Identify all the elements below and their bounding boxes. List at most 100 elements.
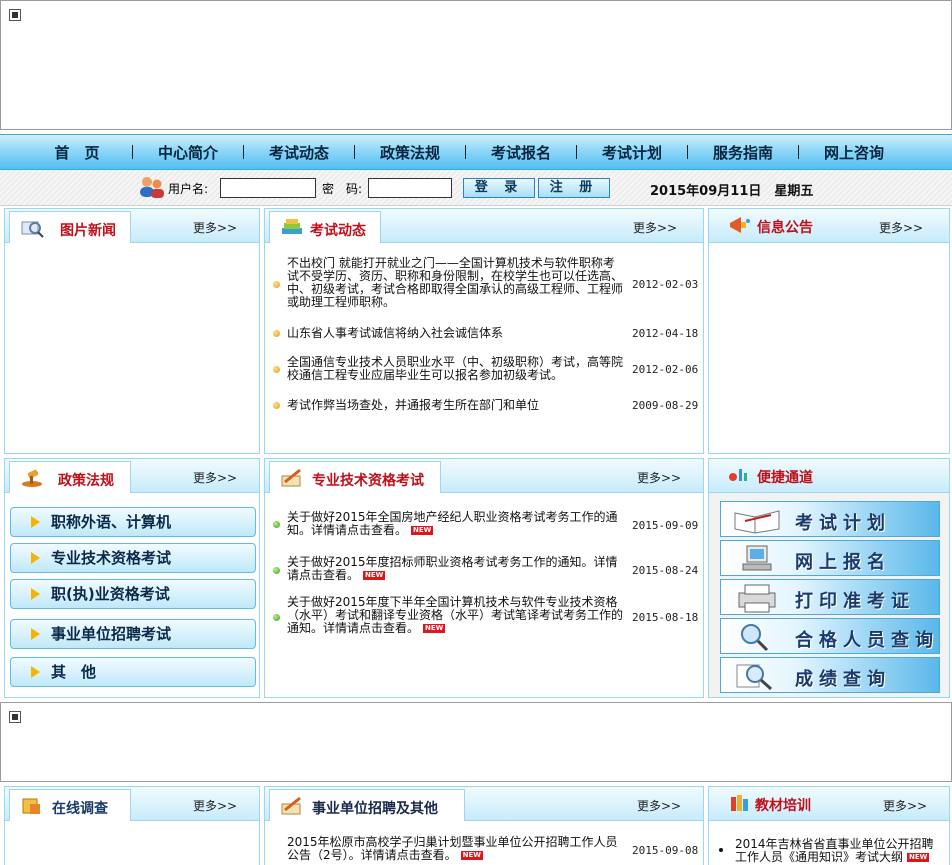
panel-tab: 在线调查 — [9, 789, 131, 821]
news-text: 2015年松原市高校学子归巢计划暨事业单位公开招聘工作人员公告（2号）。详情请点… — [287, 835, 618, 862]
nav-home[interactable]: 首 页 — [22, 142, 132, 163]
quick-label: 合格人员查询 — [795, 630, 939, 651]
top-banner — [0, 0, 952, 130]
quick-exam-plan[interactable]: 考试计划 — [720, 501, 940, 537]
survey-icon — [22, 798, 40, 814]
quick-label: 考试计划 — [795, 513, 891, 534]
category-public-institution-recruitment[interactable]: 事业单位招聘考试 — [10, 619, 256, 649]
quick-online-registration[interactable]: 网上报名 — [720, 540, 940, 576]
category-other[interactable]: 其 他 — [10, 657, 256, 687]
panel-title: 事业单位招聘及其他 — [312, 801, 438, 817]
bullet-icon — [273, 614, 280, 621]
news-text: 2014年吉林省省直事业单位公开招聘工作人员《通用知识》考试大纲 — [735, 837, 934, 864]
bullet-icon — [273, 402, 280, 409]
nav-exam-news[interactable]: 考试动态 — [244, 142, 354, 163]
qualification-panel: 专业技术资格考试 更多>> 关于做好2015年全国房地产经纪人职业资格考试考务工… — [264, 458, 704, 698]
broken-image-icon — [9, 711, 21, 723]
panel-tab: 专业技术资格考试 — [269, 461, 441, 493]
panel-title: 信息公告 — [757, 220, 813, 236]
megaphone-icon — [730, 217, 750, 233]
news-title[interactable]: 关于做好2015年全国房地产经纪人职业资格考试考务工作的通知。详情请点击查看。 N… — [287, 511, 625, 537]
news-date: 2009-08-29 — [632, 399, 699, 412]
news-title[interactable]: 2015年松原市高校学子归巢计划暨事业单位公开招聘工作人员公告（2号）。详情请点… — [287, 836, 629, 862]
category-label: 其 他 — [51, 663, 97, 681]
category-professional-qualification[interactable]: 专业技术资格考试 — [10, 543, 256, 573]
pencil-book-icon — [281, 468, 301, 487]
category-label: 专业技术资格考试 — [51, 549, 172, 567]
books-icon — [282, 219, 302, 234]
username-input[interactable] — [220, 178, 316, 198]
news-date: 2015-09-09 — [632, 519, 699, 532]
book-icon — [734, 510, 780, 534]
category-label: 职称外语、计算机 — [51, 513, 172, 531]
password-input[interactable] — [368, 178, 452, 198]
bullet-icon — [719, 848, 723, 852]
nav-policy[interactable]: 政策法规 — [355, 142, 465, 163]
quick-label: 网上报名 — [795, 552, 891, 573]
bullet-icon — [273, 567, 280, 574]
quick-score-query[interactable]: 成绩查询 — [720, 657, 940, 693]
panel-header: 信息公告 更多>> — [709, 209, 949, 243]
panel-header: 在线调查 更多>> — [5, 787, 259, 821]
news-date: 2015-09-08 — [632, 844, 699, 857]
nav-service-guide[interactable]: 服务指南 — [688, 142, 798, 163]
panel-title: 在线调查 — [52, 801, 108, 817]
quick-qualified-query[interactable]: 合格人员查询 — [720, 618, 940, 654]
bullet-icon — [273, 366, 280, 373]
users-icon — [140, 177, 164, 198]
current-date: 2015年09月11日 星期五 — [650, 184, 814, 199]
news-title[interactable]: 关于做好2015年度下半年全国计算机技术与软件专业技术资格（水平）考试和翻译专业… — [287, 596, 625, 635]
news-date: 2015-08-24 — [632, 564, 699, 577]
main-nav: 首 页 中心简介 考试动态 政策法规 考试报名 考试计划 服务指南 网上咨询 — [0, 134, 952, 170]
quick-print-admission[interactable]: 打印准考证 — [720, 579, 940, 615]
panel-tab: 政策法规 — [9, 461, 131, 493]
nav-registration[interactable]: 考试报名 — [466, 142, 576, 163]
more-link[interactable]: 更多>> — [637, 797, 681, 814]
news-title[interactable]: 山东省人事考试诚信将纳入社会诚信体系 — [287, 327, 625, 340]
new-badge: NEW — [907, 853, 930, 862]
pencil-book-icon — [281, 796, 301, 815]
more-link[interactable]: 更多>> — [193, 219, 237, 236]
panel-tab: 事业单位招聘及其他 — [269, 789, 465, 821]
more-link[interactable]: 更多>> — [879, 219, 923, 236]
register-button[interactable]: 注 册 — [538, 178, 610, 198]
middle-banner — [0, 702, 952, 782]
news-title[interactable]: 全国通信专业技术人员职业水平（中、初级职称）考试，高等院校通信工程专业应届毕业生… — [287, 356, 625, 382]
panel-title: 政策法规 — [58, 473, 114, 489]
recruit-panel: 事业单位招聘及其他 更多>> 2015年松原市高校学子归巢计划暨事业单位公开招聘… — [264, 786, 704, 865]
bullet-icon — [273, 330, 280, 337]
news-title[interactable]: 2014年吉林省省直事业单位公开招聘工作人员《通用知识》考试大纲 NEW — [735, 838, 935, 864]
printer-icon — [738, 584, 776, 613]
news-title[interactable]: 关于做好2015年度招标师职业资格考试考务工作的通知。详情请点击查看。 NEW — [287, 556, 625, 582]
panel-title: 专业技术资格考试 — [312, 473, 424, 489]
more-link[interactable]: 更多>> — [193, 797, 237, 814]
category-vocational-qualification[interactable]: 职(执)业资格考试 — [10, 579, 256, 609]
panel-title: 便捷通道 — [757, 470, 813, 486]
broken-image-icon — [9, 9, 21, 21]
news-title[interactable]: 不出校门 就能打开就业之门——全国计算机技术与软件职称考试不受学历、资历、职称和… — [287, 257, 625, 309]
login-button[interactable]: 登 录 — [463, 178, 535, 198]
more-link[interactable]: 更多>> — [883, 797, 927, 814]
panel-title: 教材培训 — [755, 798, 811, 814]
news-date: 2012-02-06 — [632, 363, 699, 376]
panel-header: 专业技术资格考试 更多>> — [265, 459, 703, 493]
panel-header: 便捷通道 — [709, 459, 949, 493]
panel-tab: 图片新闻 — [9, 211, 131, 243]
more-link[interactable]: 更多>> — [193, 469, 237, 486]
nav-consult[interactable]: 网上咨询 — [799, 142, 909, 163]
more-link[interactable]: 更多>> — [633, 219, 677, 236]
exam-news-panel: 考试动态 更多>> 不出校门 就能打开就业之门——全国计算机技术与软件职称考试不… — [264, 208, 704, 454]
panel-header: 考试动态 更多>> — [265, 209, 703, 243]
books-stack-icon — [731, 795, 748, 811]
bullet-icon — [273, 521, 280, 528]
new-badge: NEW — [411, 526, 434, 535]
nav-about[interactable]: 中心简介 — [133, 142, 243, 163]
more-link[interactable]: 更多>> — [637, 469, 681, 486]
category-foreign-language-computer[interactable]: 职称外语、计算机 — [10, 507, 256, 537]
survey-panel: 在线调查 更多>> — [4, 786, 260, 865]
news-text: 关于做好2015年全国房地产经纪人职业资格考试考务工作的通知。详情请点击查看。 — [287, 510, 618, 537]
panel-title: 图片新闻 — [60, 223, 116, 239]
news-title[interactable]: 考试作弊当场查处，并通报考生所在部门和单位 — [287, 399, 625, 412]
nav-exam-plan[interactable]: 考试计划 — [577, 142, 687, 163]
magnifier-icon — [736, 664, 773, 691]
